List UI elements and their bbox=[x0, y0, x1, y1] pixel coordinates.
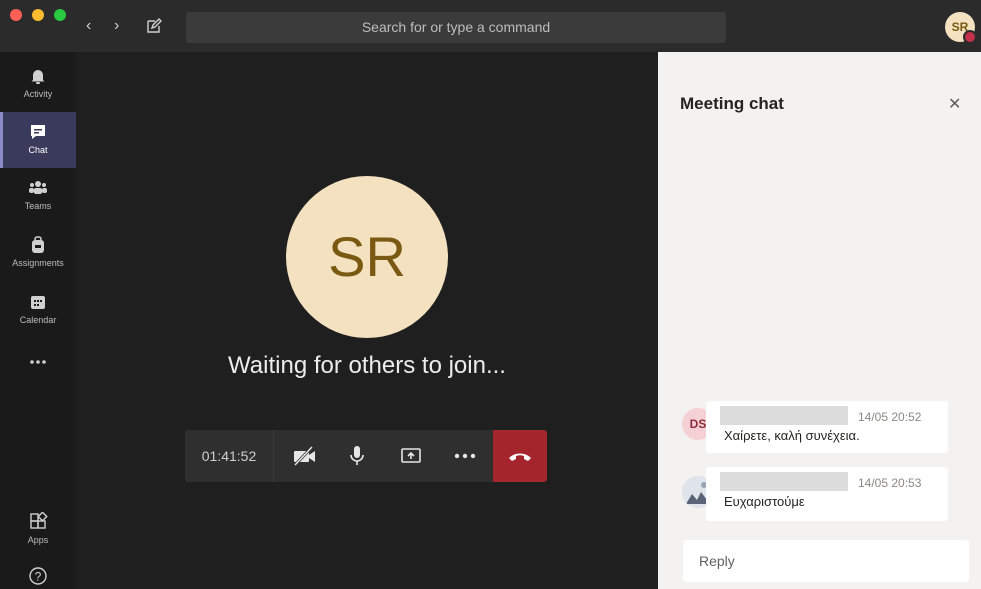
message-timestamp: 14/05 20:53 bbox=[858, 476, 922, 490]
rail-item-label: Assignments bbox=[12, 258, 64, 268]
reply-input[interactable]: Reply bbox=[683, 540, 969, 582]
rail-help-button[interactable]: ? bbox=[0, 558, 76, 589]
help-icon: ? bbox=[29, 567, 47, 585]
bell-icon bbox=[31, 70, 45, 84]
apps-icon bbox=[30, 512, 48, 529]
hang-up-button[interactable] bbox=[493, 430, 547, 482]
back-icon[interactable]: ‹ bbox=[86, 16, 91, 36]
window-close-button[interactable] bbox=[10, 9, 22, 21]
svg-text:?: ? bbox=[35, 570, 42, 584]
user-avatar[interactable]: SR bbox=[945, 12, 977, 44]
rail-item-chat[interactable]: Chat bbox=[0, 112, 76, 168]
chat-icon bbox=[31, 125, 45, 139]
window-minimize-button[interactable] bbox=[32, 9, 44, 21]
app-rail: Activity Chat Teams Assignments Calendar… bbox=[0, 52, 76, 589]
meeting-chat-panel: Meeting chat ✕ DS 14/05 20:52 Χαίρετε, κ… bbox=[658, 52, 981, 589]
presence-busy-indicator bbox=[963, 30, 977, 44]
camera-off-icon bbox=[293, 446, 315, 466]
chat-message: 14/05 20:53 Ευχαριστούμε bbox=[706, 467, 948, 521]
microphone-toggle-button[interactable] bbox=[331, 430, 383, 482]
rail-more-button[interactable] bbox=[0, 342, 76, 382]
camera-toggle-button[interactable] bbox=[279, 430, 331, 482]
rail-item-activity[interactable]: Activity bbox=[0, 56, 76, 112]
teams-icon bbox=[29, 181, 47, 194]
microphone-icon bbox=[350, 446, 364, 465]
forward-icon[interactable]: › bbox=[114, 16, 119, 36]
title-bar: ‹ › Search for or type a command SR bbox=[0, 0, 981, 52]
more-icon bbox=[30, 360, 46, 364]
avatar-initials: DS bbox=[689, 417, 707, 431]
share-screen-button[interactable] bbox=[385, 430, 437, 482]
rail-item-label: Apps bbox=[27, 535, 49, 545]
rail-item-label: Teams bbox=[24, 201, 52, 211]
call-controls: 01:41:52 bbox=[185, 430, 547, 482]
search-input[interactable]: Search for or type a command bbox=[186, 12, 726, 43]
rail-item-label: Calendar bbox=[19, 315, 57, 325]
window-zoom-button[interactable] bbox=[54, 9, 66, 21]
rail-item-apps[interactable]: Apps bbox=[0, 502, 76, 558]
rail-item-assignments[interactable]: Assignments bbox=[0, 225, 76, 281]
rail-item-calendar[interactable]: Calendar bbox=[0, 282, 76, 338]
sender-name-redacted bbox=[720, 472, 848, 491]
rail-item-teams[interactable]: Teams bbox=[0, 168, 76, 224]
more-icon bbox=[454, 453, 476, 459]
rail-item-label: Chat bbox=[28, 145, 48, 155]
meeting-stage: SR Waiting for others to join... 01:41:5… bbox=[76, 52, 658, 589]
sender-name-redacted bbox=[720, 406, 848, 425]
chat-title: Meeting chat bbox=[680, 94, 784, 113]
hang-up-icon bbox=[509, 453, 531, 461]
call-timer: 01:41:52 bbox=[185, 430, 274, 482]
message-timestamp: 14/05 20:52 bbox=[858, 410, 922, 424]
more-actions-button[interactable] bbox=[439, 430, 491, 482]
chat-message: 14/05 20:52 Χαίρετε, καλή συνέχεια. bbox=[706, 401, 948, 453]
compose-icon[interactable] bbox=[146, 18, 162, 40]
message-text: Χαίρετε, καλή συνέχεια. bbox=[724, 428, 860, 443]
close-icon[interactable]: ✕ bbox=[948, 94, 961, 114]
backpack-icon bbox=[32, 236, 44, 253]
message-text: Ευχαριστούμε bbox=[724, 494, 805, 509]
calendar-icon bbox=[31, 296, 45, 309]
waiting-message: Waiting for others to join... bbox=[228, 352, 506, 379]
share-screen-icon bbox=[401, 448, 421, 463]
participant-avatar: SR bbox=[286, 176, 448, 338]
rail-item-label: Activity bbox=[23, 89, 53, 99]
